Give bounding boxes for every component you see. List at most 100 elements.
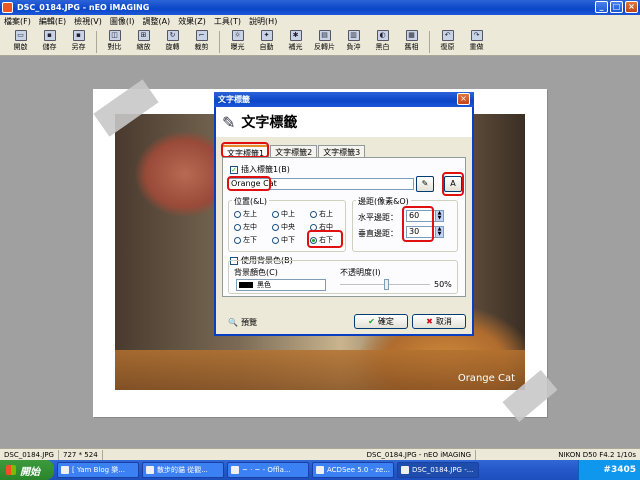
position-bottom-center[interactable]: 中下 xyxy=(272,235,295,245)
tool-save-button[interactable]: ▪ 儲存 xyxy=(35,28,64,55)
spin-arrows-icon[interactable]: ▲ ▼ xyxy=(435,227,443,237)
menu-bar: 檔案(F) 編輯(E) 檢視(V) 圖像(I) 調整(A) 效果(Z) 工具(T… xyxy=(0,15,640,28)
radio-dot xyxy=(234,210,241,218)
start-button[interactable]: 開始 xyxy=(0,460,54,480)
crop-icon: ⌐ xyxy=(195,30,208,41)
tool-undo-button[interactable]: ↶ 復原 xyxy=(433,28,462,55)
magnifier-icon: 🔍 xyxy=(228,318,238,327)
tool-zoom-button[interactable]: ⊞ 縮放 xyxy=(129,28,158,55)
slider-thumb[interactable] xyxy=(384,279,389,290)
tool-crop-button[interactable]: ⌐ 裁剪 xyxy=(187,28,216,55)
browser-icon xyxy=(61,466,69,474)
tool-old-photo-button[interactable]: ▦ 舊相 xyxy=(397,28,426,55)
radio-dot xyxy=(234,236,241,244)
position-top-right[interactable]: 右上 xyxy=(310,209,333,219)
tool-auto-button[interactable]: ✦ 自動 xyxy=(252,28,281,55)
taskbar-item[interactable]: [ Yam Blog 樂... xyxy=(57,462,139,478)
fill-light-icon: ✱ xyxy=(289,30,302,41)
highlight-margins xyxy=(402,206,434,242)
tool-slide-film-button[interactable]: ▤ 反轉片 xyxy=(310,28,339,55)
auto-icon: ✦ xyxy=(260,30,273,41)
radio-dot xyxy=(272,236,279,244)
checkmark-icon: ✔ xyxy=(368,317,375,326)
insert-label-text: 插入標籤1(B) xyxy=(241,165,290,174)
menu-edit[interactable]: 編輯(E) xyxy=(35,16,70,27)
text-label-dialog: 文字標籤 × ✎ 文字標籤 文字標籤1 文字標籤2 文字標籤3 ✓ 插入標籤1(… xyxy=(214,92,474,336)
bg-color-label: 背景顏色(C) xyxy=(234,268,278,277)
menu-file[interactable]: 檔案(F) xyxy=(0,16,35,27)
photo-cat-fur xyxy=(115,350,525,390)
font-button[interactable]: ✎ xyxy=(416,176,434,192)
insert-label-checkbox[interactable]: ✓ xyxy=(230,165,238,174)
old-photo-icon: ▦ xyxy=(405,30,418,41)
dialog-header-title: 文字標籤 xyxy=(241,115,298,131)
preview-link[interactable]: 🔍 預覽 xyxy=(228,317,257,328)
position-center[interactable]: 中央 xyxy=(272,222,295,232)
dialog-title-bar[interactable]: 文字標籤 xyxy=(214,92,474,107)
position-bottom-left[interactable]: 左下 xyxy=(234,235,257,245)
toolbar-separator xyxy=(96,31,97,53)
taskbar-item[interactable]: ACDSee 5.0 - ze... xyxy=(312,462,394,478)
toolbar-separator xyxy=(219,31,220,53)
margin-label: 邊距(像素&O) xyxy=(356,196,411,207)
h-margin-label: 水平邊距： xyxy=(358,213,398,222)
dialog-header: ✎ 文字標籤 xyxy=(216,107,472,137)
slide-film-icon: ▤ xyxy=(318,30,331,41)
taskbar-item[interactable]: ~ · ~ - Offla... xyxy=(227,462,309,478)
save-as-icon: ▪ xyxy=(72,30,85,41)
ok-button[interactable]: ✔ 確定 xyxy=(354,314,408,329)
dialog-close-button[interactable]: × xyxy=(457,93,470,105)
tool-open-button[interactable]: ▭ 開啟 xyxy=(6,28,35,55)
save-icon: ▪ xyxy=(43,30,56,41)
tool-cross-process-button[interactable]: ▥ 負沖 xyxy=(339,28,368,55)
tool-redo-button[interactable]: ↷ 重做 xyxy=(462,28,491,55)
browser-icon xyxy=(231,466,239,474)
cancel-button[interactable]: ✖ 取消 xyxy=(412,314,466,329)
insert-label-row[interactable]: ✓ 插入標籤1(B) xyxy=(230,164,290,175)
position-label: 位置(&L) xyxy=(232,196,269,207)
menu-view[interactable]: 檢視(V) xyxy=(70,16,106,27)
tool-exposure-button[interactable]: ☼ 曝光 xyxy=(223,28,252,55)
tool-rotate-button[interactable]: ↻ 旋轉 xyxy=(158,28,187,55)
tool-save-as-button[interactable]: ▪ 另存 xyxy=(64,28,93,55)
menu-help[interactable]: 說明(H) xyxy=(245,16,281,27)
zoom-icon: ⊞ xyxy=(137,30,150,41)
redo-icon: ↷ xyxy=(470,30,483,41)
tool-compare-button[interactable]: ◫ 對比 xyxy=(100,28,129,55)
window-title: DSC_0184.JPG - nEO iMAGING xyxy=(17,3,150,12)
app-icon xyxy=(2,2,13,13)
maximize-button[interactable]: □ xyxy=(610,1,623,13)
tool-fill-light-button[interactable]: ✱ 補光 xyxy=(281,28,310,55)
tool-black-white-button[interactable]: ◐ 黑白 xyxy=(368,28,397,55)
taskbar-item[interactable]: 散步的貓 從觀... xyxy=(142,462,224,478)
windows-logo-icon xyxy=(6,465,16,475)
position-middle-left[interactable]: 左中 xyxy=(234,222,257,232)
opacity-value: 50% xyxy=(434,280,452,289)
close-button[interactable]: × xyxy=(625,1,638,13)
highlight-tab xyxy=(221,142,269,158)
menu-adjust[interactable]: 調整(A) xyxy=(138,16,174,27)
radio-dot xyxy=(272,210,279,218)
menu-effects[interactable]: 效果(Z) xyxy=(174,16,210,27)
bg-color-select[interactable]: 黑色 xyxy=(236,279,326,291)
cross-process-icon: ▥ xyxy=(347,30,360,41)
window-title-bar[interactable]: DSC_0184.JPG - nEO iMAGING _ □ × xyxy=(0,0,640,15)
position-top-left[interactable]: 左上 xyxy=(234,209,257,219)
exposure-icon: ☼ xyxy=(231,30,244,41)
v-margin-label: 垂直邊距： xyxy=(358,229,398,238)
status-size: 727 * 524 xyxy=(59,449,103,460)
browser-icon xyxy=(146,466,154,474)
position-top-center[interactable]: 中上 xyxy=(272,209,295,219)
spin-arrows-icon[interactable]: ▲ ▼ xyxy=(435,211,443,221)
taskbar: 開始 [ Yam Blog 樂... 散步的貓 從觀... ~ · ~ - Of… xyxy=(0,460,640,480)
tray-text: #3405 xyxy=(603,465,636,475)
menu-tools[interactable]: 工具(T) xyxy=(210,16,245,27)
status-filename: DSC_0184.JPG xyxy=(0,449,59,460)
opacity-slider[interactable] xyxy=(340,279,430,290)
taskbar-item-active[interactable]: DSC_0184.JPG -... xyxy=(397,462,479,478)
menu-image[interactable]: 圖像(I) xyxy=(106,16,139,27)
opacity-label: 不透明度(I) xyxy=(340,268,381,277)
undo-icon: ↶ xyxy=(441,30,454,41)
system-tray: #3405 xyxy=(578,460,640,480)
minimize-button[interactable]: _ xyxy=(595,1,608,13)
